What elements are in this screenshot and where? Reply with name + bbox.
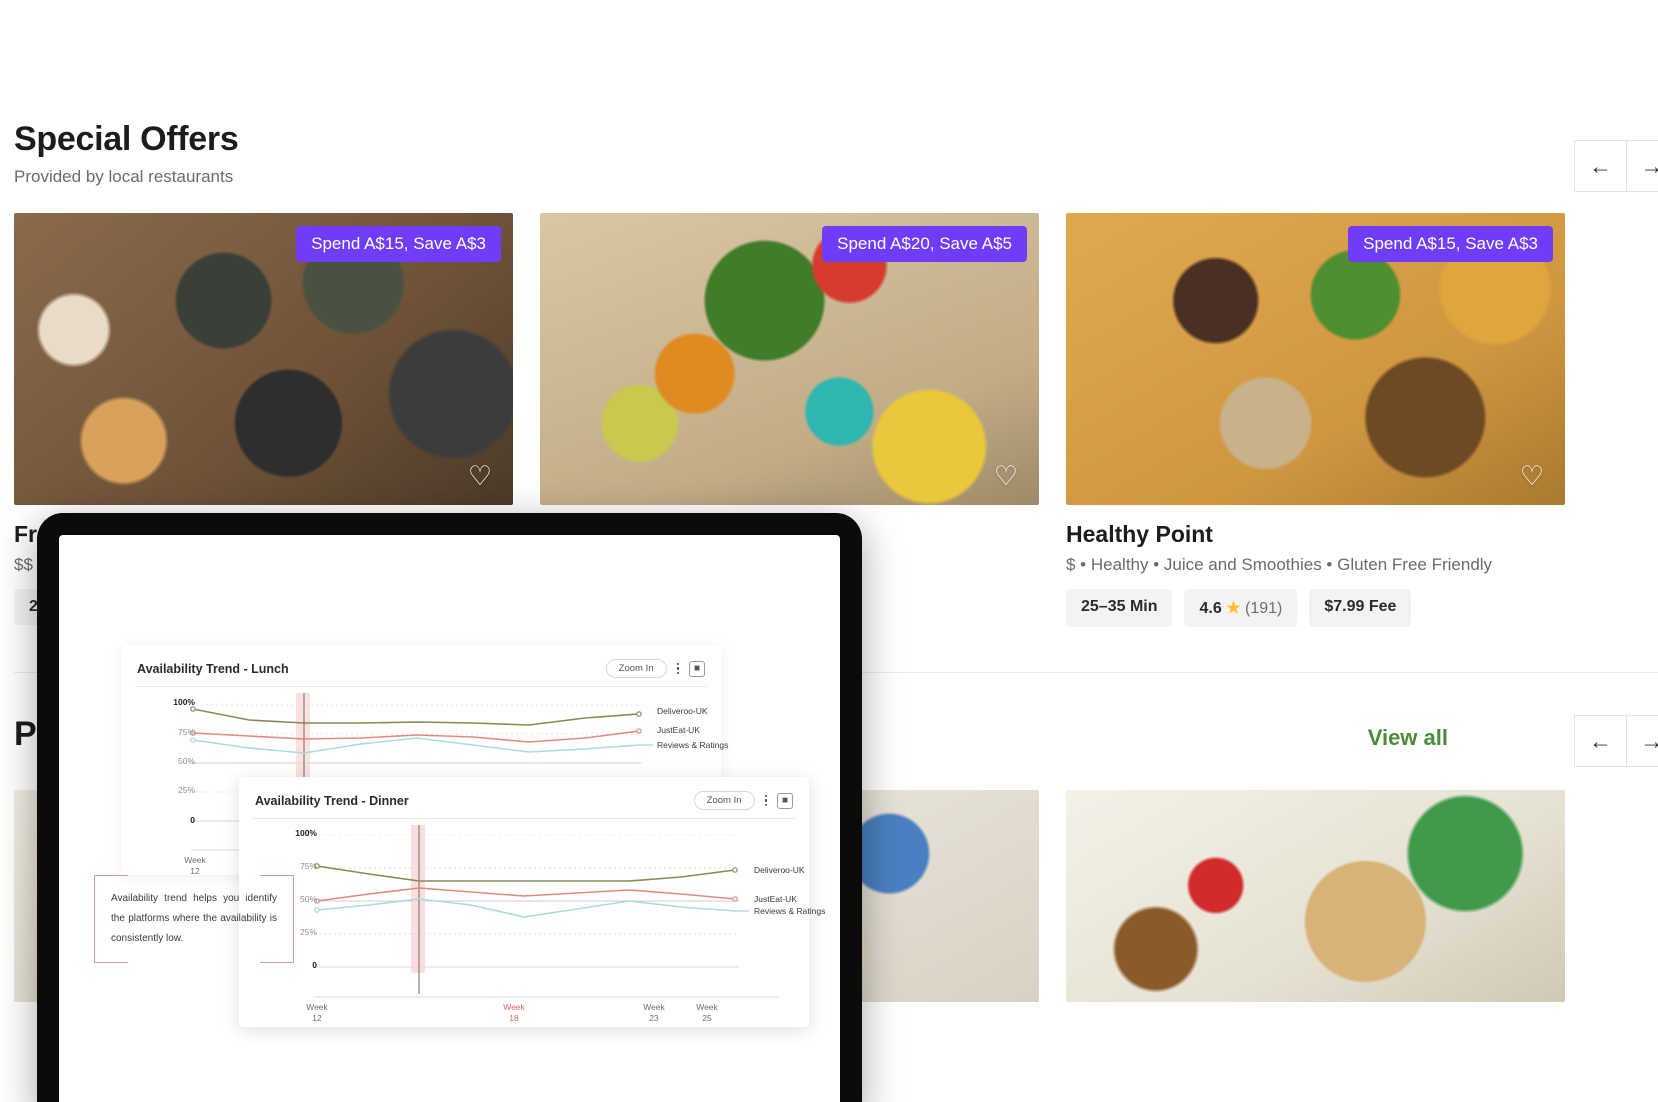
heart-icon[interactable]: ♡ xyxy=(991,461,1021,491)
arrow-right-icon: → xyxy=(1640,727,1658,754)
annotation-callout: Availability trend helps you identify th… xyxy=(94,875,294,963)
offers-carousel-nav: ← → xyxy=(1574,140,1658,192)
offer-card[interactable]: Spend A$15, Save A$3 ♡ Healthy Point $ •… xyxy=(1066,213,1565,627)
chart-plot-dinner: 100% 75% 50% 25% 0 Deliveroo-UK JustEat-… xyxy=(239,819,825,1025)
rating-count: (191) xyxy=(1244,600,1283,617)
popular-prev-button[interactable]: ← xyxy=(1574,715,1626,767)
y-tick-75: 75% xyxy=(299,861,317,871)
x-tick-week-12-line1: Week xyxy=(184,855,206,865)
offer-card-image: Spend A$15, Save A$3 ♡ xyxy=(14,213,513,505)
y-tick-50: 50% xyxy=(177,756,195,766)
offer-card-image: Spend A$15, Save A$3 ♡ xyxy=(1066,213,1565,505)
arrow-left-icon: ← xyxy=(1589,727,1612,754)
legend-deliveroo-uk: Deliveroo-UK xyxy=(657,706,708,716)
annotation-text: Availability trend helps you identify th… xyxy=(111,893,277,944)
more-vertical-icon[interactable] xyxy=(764,793,767,809)
chart-title: Availability Trend - Lunch xyxy=(137,661,289,676)
x-tick-week-25-line2: 25 xyxy=(702,1013,712,1024)
x-tick-week-18: Week 18 xyxy=(492,1002,536,1025)
popular-card-image xyxy=(1066,790,1565,1002)
popular-section-title: P xyxy=(14,715,37,753)
restaurant-name: Healthy Point xyxy=(1066,521,1213,547)
arrow-left-icon: ← xyxy=(1589,152,1612,179)
view-all-link[interactable]: View all xyxy=(1368,725,1448,751)
y-tick-25: 25% xyxy=(177,785,195,795)
x-tick-week-12-line1: Week xyxy=(306,1002,328,1012)
chart-title: Availability Trend - Dinner xyxy=(255,793,409,808)
y-tick-100: 100% xyxy=(295,828,317,838)
restaurant-pill-row: 25–35 Min 4.6 ★ (191) $7.99 Fee xyxy=(1066,589,1565,627)
x-tick-week-23-line1: Week xyxy=(643,1002,665,1012)
legend-reviews-ratings: Reviews & Ratings xyxy=(754,906,826,916)
zoom-in-button[interactable]: Zoom In xyxy=(605,659,667,678)
chart-toolbar: Zoom In ■ xyxy=(605,659,705,678)
star-icon: ★ xyxy=(1226,600,1241,617)
x-tick-week-12-line2: 12 xyxy=(312,1013,322,1024)
legend-justeat-uk: JustEat-UK xyxy=(754,894,797,904)
page-title: Special Offers xyxy=(14,120,239,158)
more-vertical-icon[interactable] xyxy=(676,661,679,677)
y-tick-75: 75% xyxy=(177,727,195,737)
promo-badge: Spend A$15, Save A$3 xyxy=(296,226,501,262)
x-tick-week-18-line1: Week xyxy=(503,1002,525,1012)
popular-card[interactable] xyxy=(1066,790,1565,1002)
expand-icon[interactable]: ■ xyxy=(777,792,793,809)
legend-reviews-ratings: Reviews & Ratings xyxy=(657,740,729,750)
special-offers-header: Special Offers Provided by local restaur… xyxy=(14,120,239,187)
rating-badge: 4.6 ★ (191) xyxy=(1184,589,1298,627)
tablet-device-frame: Availability Trend - Lunch Zoom In ■ 100… xyxy=(37,513,862,1102)
annotation-bracket-bottom-right xyxy=(260,961,294,963)
x-tick-week-12: Week 12 xyxy=(295,1002,339,1025)
page-root: Special Offers Provided by local restaur… xyxy=(0,0,1658,1102)
dinner-line-chart-svg xyxy=(314,825,779,998)
x-tick-week-23-line2: 23 xyxy=(649,1013,659,1024)
rating-value: 4.6 xyxy=(1199,600,1222,617)
promo-badge: Spend A$20, Save A$5 xyxy=(822,226,1027,262)
chart-header: Availability Trend - Dinner Zoom In ■ xyxy=(239,777,809,818)
restaurant-meta: $ • Healthy • Juice and Smoothies • Glut… xyxy=(1066,555,1493,574)
y-tick-0: 0 xyxy=(190,815,195,825)
x-tick-week-18-line2: 18 xyxy=(509,1013,519,1024)
page-subtitle: Provided by local restaurants xyxy=(14,167,234,186)
offer-card-image: Spend A$20, Save A$5 ♡ xyxy=(540,213,1039,505)
zoom-in-button[interactable]: Zoom In xyxy=(693,791,755,810)
legend-deliveroo-uk: Deliveroo-UK xyxy=(754,865,805,875)
chart-toolbar: Zoom In ■ xyxy=(693,791,793,810)
x-tick-week-23: Week 23 xyxy=(632,1002,676,1025)
x-tick-week-25: Week 25 xyxy=(685,1002,729,1025)
fee-badge: $7.99 Fee xyxy=(1309,589,1412,627)
arrow-right-icon: → xyxy=(1640,152,1658,179)
legend-justeat-uk: JustEat-UK xyxy=(657,725,700,735)
offers-next-button[interactable]: → xyxy=(1626,140,1658,192)
chart-header: Availability Trend - Lunch Zoom In ■ xyxy=(121,645,721,686)
annotation-bracket-bottom-left xyxy=(94,961,128,963)
heart-icon[interactable]: ♡ xyxy=(1517,461,1547,491)
tablet-screen: Availability Trend - Lunch Zoom In ■ 100… xyxy=(59,535,840,1102)
promo-badge: Spend A$15, Save A$3 xyxy=(1348,226,1553,262)
y-tick-100: 100% xyxy=(173,697,195,707)
availability-trend-dinner-card: Availability Trend - Dinner Zoom In ■ 10… xyxy=(239,777,825,1027)
expand-icon[interactable]: ■ xyxy=(689,660,705,677)
x-tick-week-25-line1: Week xyxy=(696,1002,718,1012)
offers-prev-button[interactable]: ← xyxy=(1574,140,1626,192)
delivery-time-badge: 25–35 Min xyxy=(1066,589,1173,627)
popular-carousel-nav: ← → xyxy=(1574,715,1658,767)
popular-next-button[interactable]: → xyxy=(1626,715,1658,767)
heart-icon[interactable]: ♡ xyxy=(465,461,495,491)
